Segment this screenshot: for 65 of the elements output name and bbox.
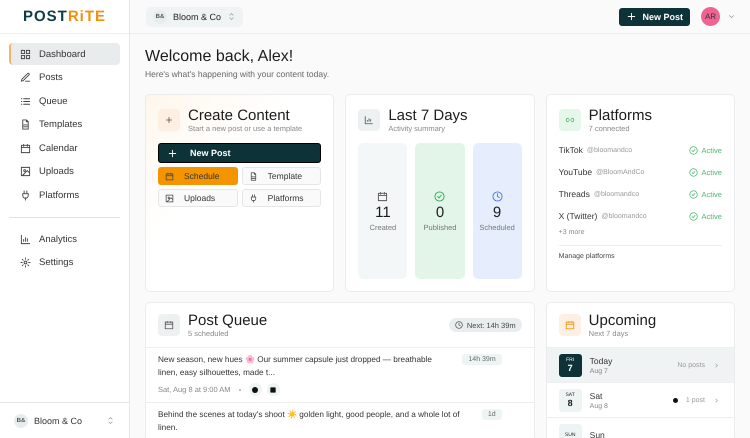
nav-icon: [20, 142, 31, 154]
card-title: Last 7 Days: [388, 107, 468, 124]
action-button[interactable]: Schedule: [158, 167, 238, 185]
nav-icon: [20, 257, 31, 268]
stat-value: 0: [436, 204, 444, 220]
platform-name: YouTube: [558, 167, 592, 177]
welcome-subtitle: Here's what's happening with your content today.: [145, 69, 330, 79]
card-title: Create Content: [188, 107, 291, 124]
action-button[interactable]: Uploads: [158, 189, 238, 207]
sidebar-item[interactable]: Analytics: [9, 228, 120, 250]
chevrons-icon: [227, 12, 236, 21]
sidebar-item[interactable]: Calendar: [9, 137, 120, 159]
plus-icon: [158, 109, 180, 131]
post-text: New season, new hues 🌸 Our summer capsule just dropped — breathable linen, easy silhouettes, made t...: [158, 354, 433, 379]
sidebar-item[interactable]: Platforms: [9, 184, 120, 206]
platform-name: X (Twitter): [558, 211, 598, 221]
sidebar-item[interactable]: Posts: [9, 66, 120, 88]
nav-icon: [20, 119, 31, 130]
platform-name: TikTok: [558, 145, 583, 155]
plus-icon: [626, 11, 638, 22]
stat-icon: [492, 190, 503, 202]
chevrons-icon: [106, 416, 115, 425]
user-avatar[interactable]: AR: [701, 7, 720, 26]
sidebar-item[interactable]: Dashboard: [9, 43, 120, 65]
card-title: Post Queue: [188, 312, 268, 329]
calendar-icon: [558, 314, 581, 336]
nav-icon: [20, 190, 31, 200]
day-label: Sat: [590, 390, 604, 400]
app-logo: POSTRiTE: [0, 0, 129, 34]
sidebar-item[interactable]: Queue: [9, 90, 120, 112]
nav-icon: [20, 48, 31, 60]
day-label: Sun: [590, 430, 605, 438]
new-post-button[interactable]: New Post: [158, 143, 322, 163]
new-post-button[interactable]: New Post: [619, 8, 690, 26]
action-icon: [165, 172, 174, 180]
action-button[interactable]: Platforms: [242, 189, 322, 207]
platform-icon: [266, 383, 280, 396]
nav-icon: [20, 166, 31, 177]
platform-icon: [248, 383, 262, 396]
sidebar-item[interactable]: Templates: [9, 114, 120, 136]
day-label: Today: [590, 356, 612, 366]
platform-name: Threads: [558, 189, 590, 199]
nav-icon: [20, 72, 31, 83]
stat-icon: [377, 190, 388, 202]
action-button[interactable]: Template: [242, 167, 322, 185]
bar-chart-icon: [358, 109, 380, 131]
post-text: Behind the scenes at today's shoot ☀ golden light, good people, and a whole lot of linen.: [158, 408, 461, 434]
calendar-icon: [158, 314, 180, 336]
link-icon: [558, 109, 581, 131]
stat-value: 9: [492, 204, 502, 220]
action-icon: [248, 194, 258, 202]
stat-value: 11: [375, 204, 391, 220]
card-title: Upcoming: [588, 312, 656, 329]
sidebar-item[interactable]: Uploads: [9, 160, 120, 182]
chevron-right-icon: [712, 396, 720, 404]
nav-icon: [20, 234, 31, 244]
card-title: Platforms: [588, 107, 652, 124]
plus-icon: [167, 148, 178, 158]
sidebar-item[interactable]: Settings: [9, 252, 120, 274]
welcome-title: Welcome back, Alex!: [145, 48, 294, 66]
chevron-right-icon: [712, 362, 720, 368]
action-icon: [248, 172, 258, 180]
stat-icon: [434, 190, 446, 202]
action-icon: [165, 194, 174, 202]
nav-icon: [20, 96, 31, 106]
